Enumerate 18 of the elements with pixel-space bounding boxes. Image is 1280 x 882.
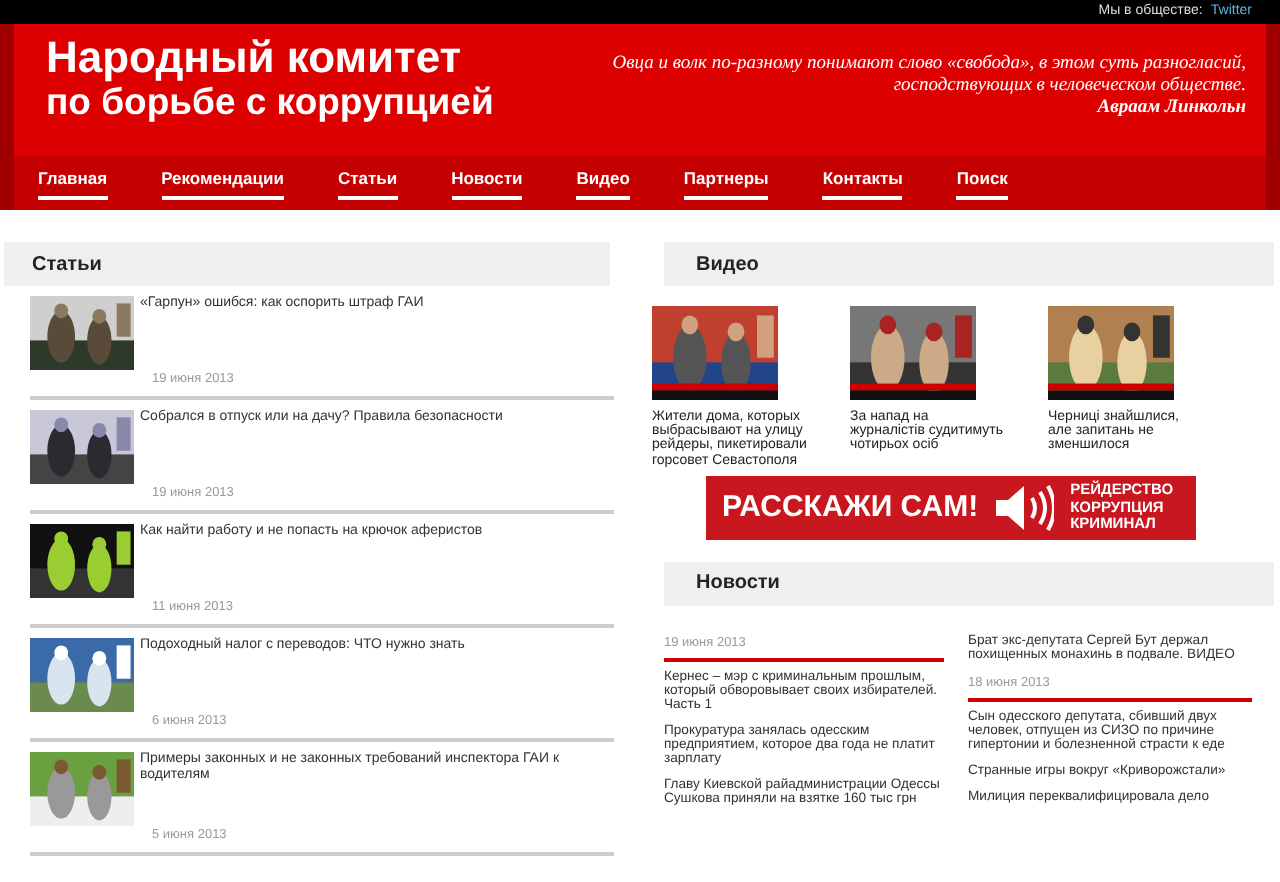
section-heading: Статьи [4, 242, 610, 286]
nav-link[interactable]: Видео [576, 166, 630, 200]
quote-author: Авраам Линкольн [1094, 98, 1246, 120]
nav-link[interactable]: Контакты [822, 166, 903, 200]
section-heading: Видео [664, 242, 1274, 286]
quote-text: господствующих в человеческом обществе. [891, 76, 1246, 98]
nav-link[interactable]: Главная [38, 166, 108, 200]
section-heading: Новости [664, 561, 1274, 606]
banner-title: РАССКАЖИ САМ! [722, 487, 979, 528]
nav-link[interactable]: Поиск [956, 166, 1008, 200]
site-title: Народный комитет [46, 36, 464, 80]
nav-link[interactable]: Новости [451, 166, 523, 200]
site-subtitle: по борьбе с коррупцией [46, 80, 494, 124]
nav-link[interactable]: Статьи [337, 166, 398, 200]
speaker-icon [994, 483, 1055, 532]
nav-link[interactable]: Партнеры [683, 166, 769, 200]
nav-link[interactable]: Рекомендации [161, 166, 284, 200]
quote-text: Овца и волк по-разному понимают слово «свобода», в этом суть разногласий, [612, 54, 1246, 76]
